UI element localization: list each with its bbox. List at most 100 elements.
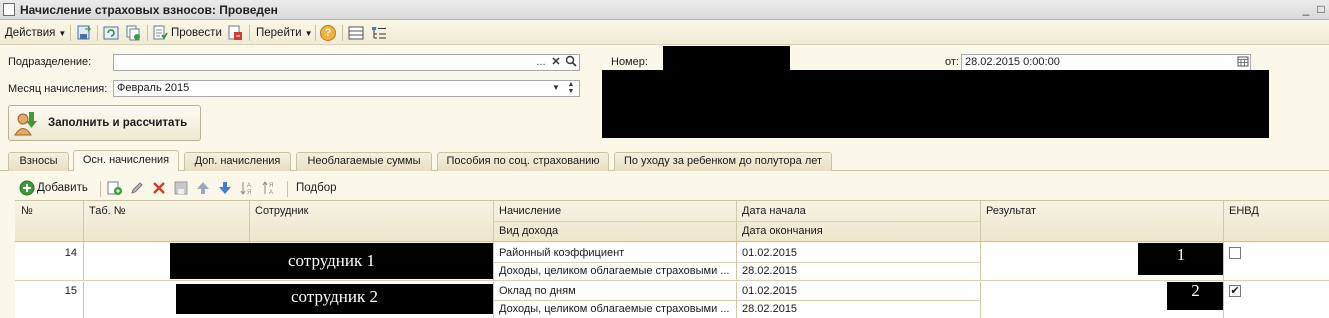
toolbar-separator xyxy=(249,25,250,41)
date-start-cell[interactable]: 01.02.2015 xyxy=(738,285,978,297)
toolbar-separator xyxy=(97,25,98,41)
col-divider xyxy=(980,243,981,281)
copy-row-icon xyxy=(107,180,123,196)
move-up-button[interactable] xyxy=(195,179,211,197)
department-label: Подразделение: xyxy=(8,56,92,68)
col-date-end[interactable]: Дата окончания xyxy=(738,225,823,237)
sort-ascending-icon: AЯ xyxy=(239,180,255,196)
actions-menu[interactable]: Действия ▼ xyxy=(5,24,66,42)
document-icon xyxy=(3,3,15,16)
post-button[interactable]: Провести xyxy=(152,24,222,42)
chevron-down-icon[interactable]: ▼ xyxy=(549,81,563,96)
reread-button[interactable] xyxy=(103,24,119,42)
save-close-button[interactable] xyxy=(76,24,92,42)
svg-text:Я: Я xyxy=(247,190,251,196)
col-accrual[interactable]: Начисление xyxy=(495,205,561,217)
income-type-cell[interactable]: Доходы, целиком облагаемые страховыми ..… xyxy=(495,265,735,277)
col-divider xyxy=(83,282,84,318)
pick-button[interactable]: Подбор xyxy=(296,179,337,197)
help-button[interactable]: ? xyxy=(320,24,336,42)
employee-cell[interactable]: сотрудник 1 xyxy=(170,243,493,279)
svg-text:Я: Я xyxy=(269,183,273,189)
add-row-button[interactable]: Добавить xyxy=(19,179,88,197)
date-end-cell[interactable]: 28.02.2015 xyxy=(738,265,978,277)
tab-social-benefits[interactable]: Пособия по соц. страхованию xyxy=(437,152,609,171)
toolbar-separator xyxy=(342,25,343,41)
row-num: 15 xyxy=(64,285,77,297)
pencil-icon xyxy=(129,180,145,196)
print-button[interactable] xyxy=(227,24,243,42)
col-divider xyxy=(736,201,737,243)
end-edit-button[interactable] xyxy=(173,179,189,197)
minimize-button[interactable]: _ xyxy=(1299,2,1313,17)
svg-text:A: A xyxy=(247,183,251,189)
tab-untaxed-sums[interactable]: Необлагаемые суммы xyxy=(296,152,432,171)
edit-row-button[interactable] xyxy=(129,179,145,197)
envd-checkbox[interactable] xyxy=(1229,247,1241,259)
col-divider xyxy=(736,243,737,281)
department-field[interactable] xyxy=(113,54,580,71)
tab-contributions[interactable]: Взносы xyxy=(8,152,69,171)
col-divider xyxy=(1223,282,1224,318)
sort-desc-button[interactable]: ЯA xyxy=(261,179,277,197)
select-button[interactable]: ... xyxy=(534,55,548,70)
toolbar-separator xyxy=(147,25,148,41)
date-start-cell[interactable]: 01.02.2015 xyxy=(738,247,978,259)
main-toolbar: Действия ▼ Провести Перейти ▼ ? xyxy=(0,21,1329,45)
col-divider xyxy=(493,201,494,243)
col-divider xyxy=(980,201,981,243)
clear-icon[interactable]: ✕ xyxy=(549,55,563,70)
col-divider xyxy=(83,243,84,281)
spin-updown-icon[interactable]: ▲ ▼ xyxy=(564,81,578,96)
accrual-cell[interactable]: Оклад по дням xyxy=(495,285,735,297)
date-field[interactable]: 28.02.2015 0:00:00 xyxy=(961,54,1251,71)
toolbar-separator xyxy=(315,25,316,41)
tree-button[interactable] xyxy=(371,24,387,42)
copy-button[interactable] xyxy=(125,24,141,42)
delete-row-button[interactable] xyxy=(151,179,167,197)
col-tab-num[interactable]: Таб. № xyxy=(85,205,126,217)
table-row[interactable]: 14 сотрудник 1 Районный коэффициент Дохо… xyxy=(15,243,1329,281)
toolbar-separator xyxy=(70,25,71,41)
goto-menu[interactable]: Перейти ▼ xyxy=(256,24,313,42)
result-cell[interactable]: 1 xyxy=(1138,243,1224,275)
search-icon[interactable] xyxy=(564,55,578,70)
window-title: Начисление страховых взносов: Проведен xyxy=(20,3,278,17)
result-cell[interactable]: 2 xyxy=(1167,282,1224,310)
income-type-cell[interactable]: Доходы, целиком облагаемые страховыми ..… xyxy=(495,303,735,315)
sort-descending-icon: ЯA xyxy=(261,180,277,196)
structure-button[interactable] xyxy=(348,24,364,42)
col-envd[interactable]: ЕНВД xyxy=(1225,205,1259,217)
sort-asc-button[interactable]: AЯ xyxy=(239,179,255,197)
list-structure-icon xyxy=(348,25,364,41)
table-row[interactable]: 15 сотрудник 2 Оклад по дням Доходы, цел… xyxy=(15,282,1329,318)
col-num[interactable]: № xyxy=(17,205,33,217)
col-result[interactable]: Результат xyxy=(982,205,1036,217)
date-label: от: xyxy=(945,56,959,68)
arrow-down-icon xyxy=(217,180,233,196)
col-employee[interactable]: Сотрудник xyxy=(251,205,308,217)
copy-row-button[interactable] xyxy=(107,179,123,197)
refresh-icon xyxy=(103,25,119,41)
save-disk-icon xyxy=(173,180,189,196)
col-income-type[interactable]: Вид дохода xyxy=(495,225,558,237)
move-down-button[interactable] xyxy=(217,179,233,197)
accrual-cell[interactable]: Районный коэффициент xyxy=(495,247,735,259)
col-divider xyxy=(493,243,494,281)
add-icon xyxy=(19,180,35,196)
col-date-start[interactable]: Дата начала xyxy=(738,205,806,217)
calendar-icon[interactable] xyxy=(1236,55,1250,70)
month-field[interactable]: Февраль 2015 xyxy=(113,80,580,97)
envd-checkbox[interactable]: ✔ xyxy=(1229,285,1241,297)
maximize-button[interactable]: □ xyxy=(1314,2,1328,17)
tab-childcare[interactable]: По уходу за ребенком до полутора лет xyxy=(614,152,832,171)
tab-main-accruals[interactable]: Осн. начисления xyxy=(73,150,179,171)
employee-cell[interactable]: сотрудник 2 xyxy=(176,284,493,314)
tab-extra-accruals[interactable]: Доп. начисления xyxy=(184,152,291,171)
people-calculate-icon xyxy=(12,108,42,138)
grid-toolbar: Добавить AЯ ЯA Подбор xyxy=(0,175,1329,200)
date-end-cell[interactable]: 28.02.2015 xyxy=(738,303,978,315)
tree-list-icon xyxy=(371,25,387,41)
col-divider xyxy=(736,282,737,318)
fill-calculate-button[interactable]: Заполнить и рассчитать xyxy=(8,105,201,141)
